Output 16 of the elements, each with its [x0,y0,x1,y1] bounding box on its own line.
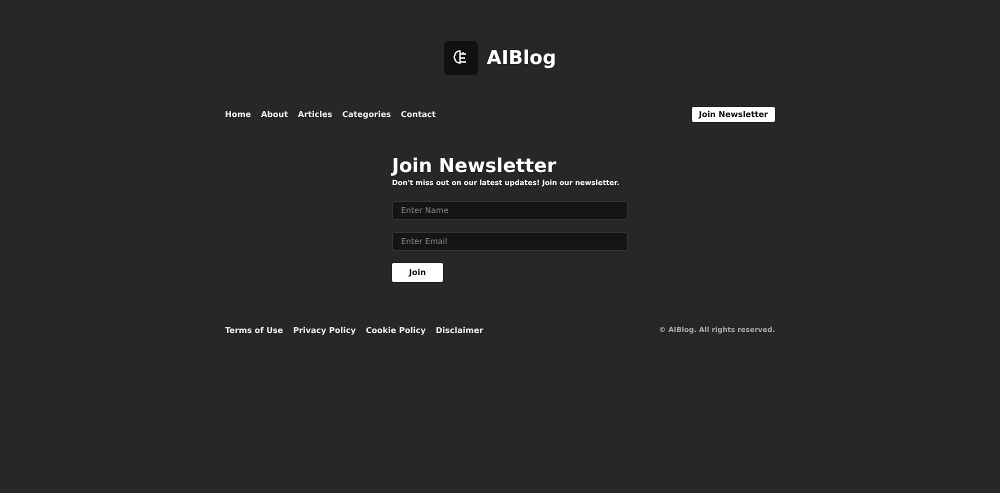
newsletter-title: Join Newsletter [392,155,558,177]
nav-link[interactable]: Home [225,110,251,119]
join-newsletter-button[interactable]: Join Newsletter [692,107,775,122]
input-field[interactable]: Enter Name [392,201,628,220]
nav-link[interactable]: About [260,110,288,119]
nav-link[interactable]: Contact [400,110,436,119]
input-field[interactable]: Enter Email [392,232,628,251]
footer-link[interactable]: Terms of Use [225,326,284,335]
join-button[interactable]: Join [392,263,443,282]
logo-text: AIBlog [486,47,556,69]
footer-link[interactable]: Privacy Policy [293,326,356,335]
nav-link[interactable]: Categories [342,110,391,119]
footer-link[interactable]: Cookie Policy [366,326,426,335]
footer-link[interactable]: Disclaimer [436,326,484,335]
nav-link[interactable]: Articles [298,110,332,119]
logo-icon [444,41,478,75]
